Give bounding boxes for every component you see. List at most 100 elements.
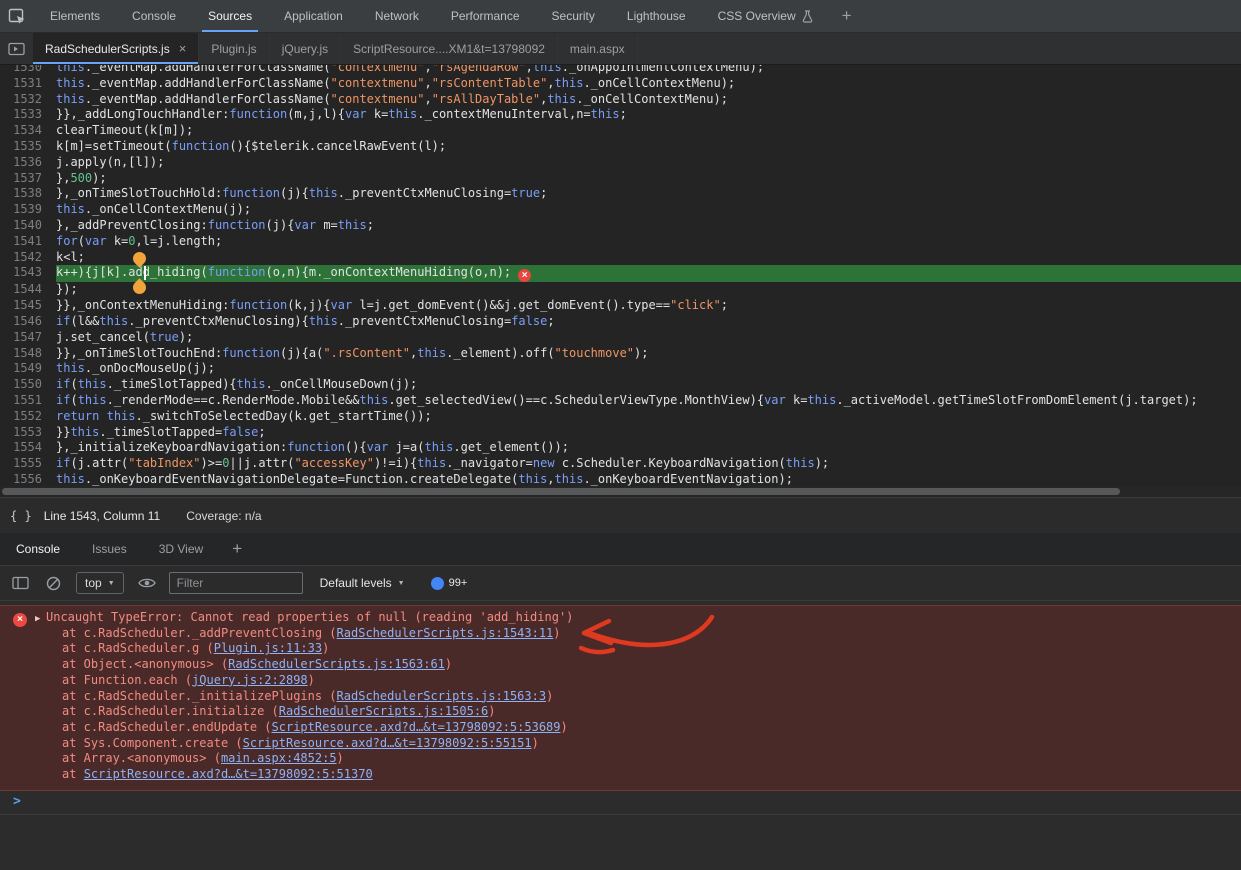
code-text[interactable]: },_addPreventClosing:function(j){var m=t… [56,218,1241,234]
drawer-tab-console[interactable]: Console [0,533,76,565]
file-tab-main-aspx[interactable]: main.aspx [558,33,638,64]
code-text[interactable]: if(this._renderMode==c.RenderMode.Mobile… [56,393,1241,409]
code-text[interactable]: j.apply(n,[l]); [56,155,1241,171]
line-number[interactable]: 1554 [0,440,56,456]
code-text[interactable]: k++){j[k].add_hiding(function(o,n){m._on… [56,265,1241,282]
line-number[interactable]: 1551 [0,393,56,409]
live-expression-button[interactable] [138,577,156,589]
line-number[interactable]: 1532 [0,92,56,108]
code-text[interactable]: this._eventMap.addHandlerForClassName("c… [56,65,1241,76]
tab-elements[interactable]: Elements [34,0,116,32]
line-number[interactable]: 1545 [0,298,56,314]
tab-application[interactable]: Application [268,0,359,32]
file-tab-radschedulerscripts-js[interactable]: RadSchedulerScripts.js× [33,33,199,64]
code-text[interactable]: }); [56,282,1241,298]
line-number[interactable]: 1535 [0,139,56,155]
source-link[interactable]: RadSchedulerScripts.js:1505:6 [279,704,489,718]
source-link[interactable]: main.aspx:4852:5 [221,751,337,765]
code-text[interactable]: if(l&&this._preventCtxMenuClosing){this.… [56,314,1241,330]
line-number[interactable]: 1552 [0,409,56,425]
pretty-print-button[interactable]: { } [10,509,32,523]
line-number[interactable]: 1556 [0,472,56,486]
console-error-group[interactable]: × ▶ Uncaught TypeError: Cannot read prop… [0,605,1241,791]
file-tab-jquery-js[interactable]: jQuery.js [270,33,341,64]
source-link[interactable]: jQuery.js:2:2898 [192,673,308,687]
code-text[interactable]: }},_onContextMenuHiding:function(k,j){va… [56,298,1241,314]
issues-counter[interactable]: 99+ [431,577,468,590]
more-tools-button[interactable]: + [829,0,865,32]
line-number[interactable]: 1537 [0,171,56,187]
source-link[interactable]: Plugin.js:11:33 [214,641,322,655]
line-number[interactable]: 1533 [0,107,56,123]
tab-network[interactable]: Network [359,0,435,32]
code-text[interactable]: for(var k=0,l=j.length; [56,234,1241,250]
inspect-element-button[interactable] [0,0,34,32]
line-number[interactable]: 1534 [0,123,56,139]
line-number[interactable]: 1541 [0,234,56,250]
line-number[interactable]: 1550 [0,377,56,393]
console-filter-input[interactable] [169,572,303,594]
tab-security[interactable]: Security [536,0,611,32]
code-text[interactable]: this._eventMap.addHandlerForClassName("c… [56,76,1241,92]
line-number[interactable]: 1547 [0,330,56,346]
source-link[interactable]: ScriptResource.axd?d…&t=13798092:5:51370 [84,767,373,781]
source-link[interactable]: ScriptResource.axd?d…&t=13798092:5:55151 [243,736,532,750]
code-text[interactable]: }},_onTimeSlotTouchEnd:function(j){a(".r… [56,346,1241,362]
code-text[interactable]: if(this._timeSlotTapped){this._onCellMou… [56,377,1241,393]
line-number[interactable]: 1549 [0,361,56,377]
line-number[interactable]: 1553 [0,425,56,441]
code-text[interactable]: k[m]=setTimeout(function(){$telerik.canc… [56,139,1241,155]
tab-sources[interactable]: Sources [192,0,268,32]
code-text[interactable]: },500); [56,171,1241,187]
tab-lighthouse[interactable]: Lighthouse [611,0,702,32]
line-number[interactable]: 1539 [0,202,56,218]
code-text[interactable]: k<l; [56,250,1241,266]
close-tab-icon[interactable]: × [179,42,187,55]
line-number[interactable]: 1543 [0,265,56,282]
drawer-tab-issues[interactable]: Issues [76,533,143,565]
code-text[interactable]: }}this._timeSlotTapped=false; [56,425,1241,441]
file-tab-scriptresource-xm1-t-13798092[interactable]: ScriptResource....XM1&t=13798092 [341,33,558,64]
line-number[interactable]: 1548 [0,346,56,362]
line-number[interactable]: 1530 [0,65,56,76]
code-text[interactable]: return this._switchToSelectedDay(k.get_s… [56,409,1241,425]
code-text[interactable]: this._eventMap.addHandlerForClassName("c… [56,92,1241,108]
console-context-selector[interactable]: top ▼ [76,572,124,594]
line-number[interactable]: 1540 [0,218,56,234]
console-sidebar-button[interactable] [12,576,29,590]
line-number[interactable]: 1538 [0,186,56,202]
expand-caret-icon[interactable]: ▶ [35,612,40,628]
line-number[interactable]: 1542 [0,250,56,266]
code-text[interactable]: j.set_cancel(true); [56,330,1241,346]
line-number[interactable]: 1546 [0,314,56,330]
line-number[interactable]: 1536 [0,155,56,171]
scrollbar-thumb[interactable] [2,488,1120,495]
log-levels-selector[interactable]: Default levels ▼ [320,576,405,590]
code-text[interactable]: },_initializeKeyboardNavigation:function… [56,440,1241,456]
file-tab-label: ScriptResource....XM1&t=13798092 [353,42,545,56]
code-text[interactable]: }},_addLongTouchHandler:function(m,j,l){… [56,107,1241,123]
tab-console[interactable]: Console [116,0,192,32]
code-editor[interactable]: 1530this._eventMap.addHandlerForClassNam… [0,65,1241,486]
clear-console-button[interactable] [46,576,61,591]
navigator-toggle-button[interactable] [0,33,33,64]
code-text[interactable]: },_onTimeSlotTouchHold:function(j){this.… [56,186,1241,202]
drawer-tab-3d-view[interactable]: 3D View [143,533,219,565]
source-link[interactable]: ScriptResource.axd?d…&t=13798092:5:53689 [272,720,561,734]
code-text[interactable]: this._onKeyboardEventNavigationDelegate=… [56,472,1241,486]
source-link[interactable]: RadSchedulerScripts.js:1563:61 [228,657,445,671]
code-text[interactable]: clearTimeout(k[m]); [56,123,1241,139]
line-number[interactable]: 1544 [0,282,56,298]
drawer-more-tabs-button[interactable]: + [219,533,255,565]
source-link[interactable]: RadSchedulerScripts.js:1543:11 [337,626,554,640]
tab-css-overview[interactable]: CSS Overview [702,0,829,32]
code-text[interactable]: this._onCellContextMenu(j); [56,202,1241,218]
source-link[interactable]: RadSchedulerScripts.js:1563:3 [337,689,547,703]
line-number[interactable]: 1531 [0,76,56,92]
line-number[interactable]: 1555 [0,456,56,472]
code-text[interactable]: this._onDocMouseUp(j); [56,361,1241,377]
tab-performance[interactable]: Performance [435,0,536,32]
file-tab-plugin-js[interactable]: Plugin.js [199,33,269,64]
code-text[interactable]: if(j.attr("tabIndex")>=0||j.attr("access… [56,456,1241,472]
console-prompt[interactable]: > [0,791,1241,815]
